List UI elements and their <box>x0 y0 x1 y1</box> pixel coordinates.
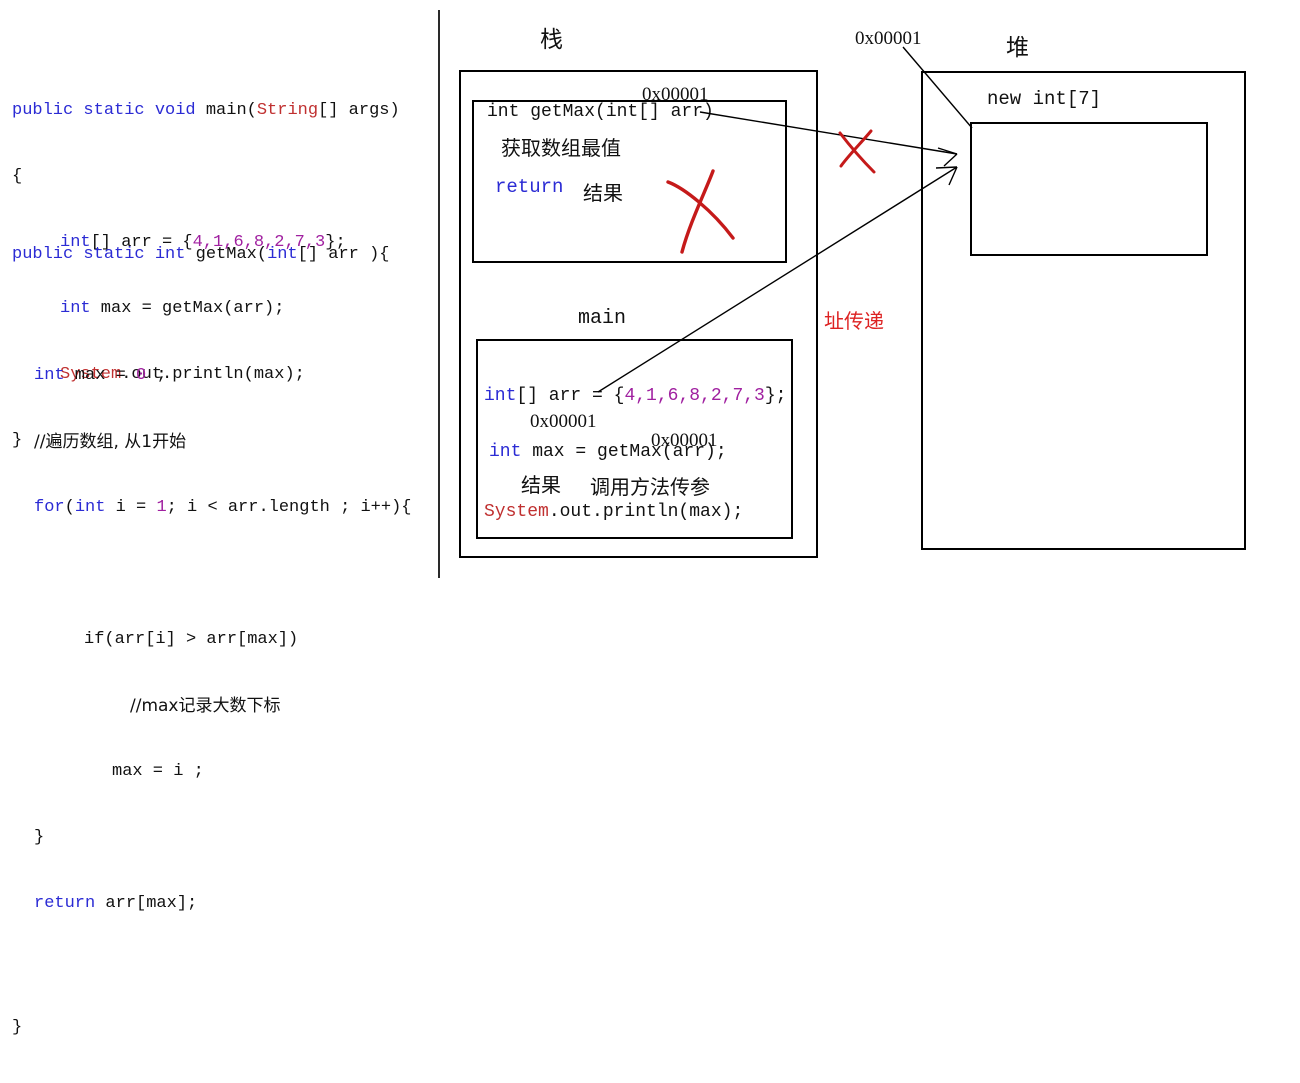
main-frame-max-rest: max = getMax(arr); <box>521 442 727 462</box>
getmax-max-type: int <box>34 366 65 385</box>
getmax-return-keyword: return <box>34 894 96 913</box>
main-frame-arr-end: }; <box>764 386 787 406</box>
getmax-return-type: int <box>154 245 186 264</box>
getmax-return-rest: arr[max]; <box>95 894 198 913</box>
main-frame-call-label: 调用方法传参 <box>590 475 710 499</box>
stack-title: 栈 <box>540 27 563 53</box>
getmax-for-keyword: for <box>34 498 65 517</box>
getmax-max-end: ; <box>146 366 167 385</box>
getmax-for-rest: ; i < arr.length ; i++){ <box>166 498 412 517</box>
main-open-brace: { <box>12 167 23 186</box>
diagram-canvas: public static void main(String[] args) {… <box>0 0 1300 1037</box>
getmax-for-line: for(int i = 1; i < arr.length ; i++){ <box>12 497 411 519</box>
main-frame-print-class: System <box>484 502 549 522</box>
main-frame-arr-values: 4,1,6,8,2,7,3 <box>624 386 765 406</box>
main-frame-result-label: 结果 <box>521 473 561 497</box>
main-frame-arr-mid: [] arr = { <box>516 386 625 406</box>
heap-address-label: 0x00001 <box>855 28 922 49</box>
getmax-signature-name: getMax( <box>185 245 268 264</box>
main-frame-arr-address: 0x00001 <box>530 411 597 432</box>
main-frame-title: main <box>578 307 627 330</box>
getmax-for-one: 1 <box>156 498 167 517</box>
panel-divider <box>438 10 440 578</box>
main-frame-arr-type: int <box>484 386 517 406</box>
getmax-frame-signature: int getMax(int[] arr) <box>487 102 714 122</box>
getmax-if-line: if(arr[i] > arr[max]) <box>84 630 299 649</box>
getmax-loop-comment: //遍历数组, 从1开始 <box>34 432 187 452</box>
getmax-return-line: return arr[max]; <box>12 893 411 915</box>
getmax-signature-keywords: public static <box>12 245 155 264</box>
heap-array-box <box>970 122 1208 256</box>
main-param-type: String <box>256 101 319 120</box>
pass-by-address-annotation: 址传递 <box>824 309 884 333</box>
getmax-frame-return-keyword: return <box>495 176 564 198</box>
heap-title: 堆 <box>1006 35 1029 61</box>
main-frame-print-line: System.out.println(max); <box>484 502 743 522</box>
getmax-method-block: public static int getMax(int[] arr ){ in… <box>12 200 411 1083</box>
main-param-rest: [] args) <box>318 101 400 120</box>
getmax-for-mid: i = <box>105 498 157 517</box>
getmax-frame-return-value: 结果 <box>583 181 623 205</box>
main-frame-arr-line: int[] arr = {4,1,6,8,2,7,3}; <box>484 386 786 406</box>
arrow-cross-out-mark-2 <box>839 129 873 168</box>
main-signature-line: public static void main(String[] args) <box>12 100 400 122</box>
getmax-max-zero: 0 <box>136 366 147 385</box>
getmax-assign-line: max = i ; <box>112 762 204 781</box>
getmax-close-brace: } <box>12 1018 23 1037</box>
getmax-max-mid: max = <box>64 366 137 385</box>
getmax-signature-line: public static int getMax(int[] arr ){ <box>12 244 411 266</box>
getmax-param-rest: [] arr ){ <box>297 245 390 264</box>
main-frame-max-type: int <box>489 442 522 462</box>
getmax-for-type: int <box>74 498 106 517</box>
arrow-cross-out-mark <box>838 131 876 174</box>
getmax-frame-description: 获取数组最值 <box>501 136 621 160</box>
main-frame-print-rest: .out.println(max); <box>548 502 744 522</box>
getmax-for-open: ( <box>64 498 75 517</box>
getmax-inner-close-brace: } <box>34 828 45 847</box>
getmax-max-init-line: int max = 0 ; <box>12 365 411 387</box>
main-signature-name: main( <box>205 101 257 120</box>
main-signature-keywords: public static void <box>12 101 206 120</box>
getmax-param-type: int <box>267 245 298 264</box>
main-frame-max-line: int max = getMax(arr); <box>489 442 727 462</box>
getmax-max-comment: //max记录大数下标 <box>130 696 281 716</box>
heap-allocation-label: new int[7] <box>987 88 1102 110</box>
